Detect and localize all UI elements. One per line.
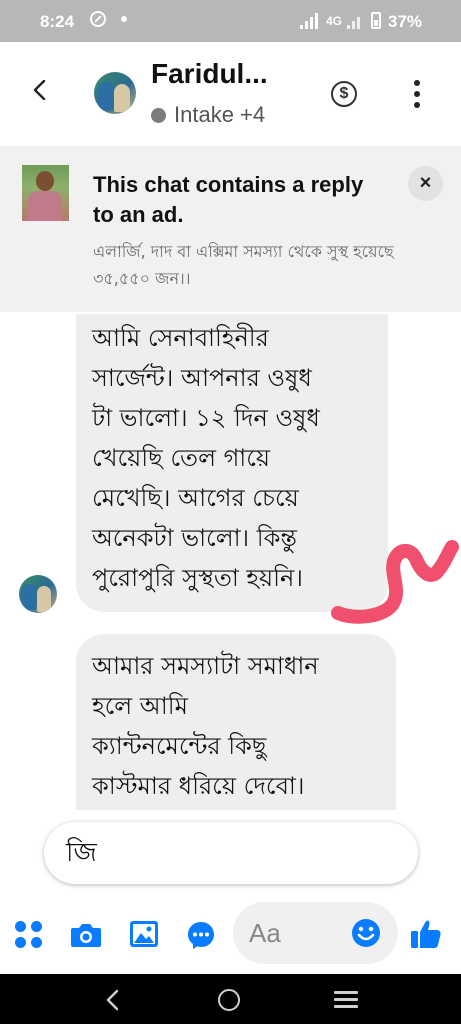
gallery-icon[interactable] [129, 920, 159, 948]
signal-strength-icon [300, 13, 322, 29]
apps-icon[interactable] [15, 921, 43, 949]
contact-avatar[interactable] [94, 72, 136, 114]
battery-icon [371, 12, 381, 29]
sender-avatar[interactable] [19, 575, 57, 613]
do-not-disturb-icon [90, 11, 106, 27]
system-navigation-bar [0, 974, 461, 1024]
nav-recent-apps-icon[interactable] [334, 991, 358, 1009]
notification-dot-icon [121, 16, 127, 22]
network-type: 4G [326, 14, 343, 28]
back-arrow-icon[interactable] [32, 80, 48, 100]
status-dot-icon [151, 108, 166, 123]
status-time: 8:24 [40, 12, 75, 31]
dollar-icon[interactable]: $ [331, 81, 357, 107]
ad-banner-subtitle: এলার্জি, দাদ বা এক্সিমা সমস্যা থেকে সুস্… [93, 242, 394, 288]
camera-icon[interactable] [70, 922, 102, 948]
ad-thumbnail[interactable] [22, 165, 69, 221]
chat-bubble-icon[interactable] [186, 920, 216, 950]
more-vertical-icon[interactable] [414, 80, 420, 108]
ad-banner-title: This chat contains a reply to an ad. [93, 172, 364, 227]
contact-name[interactable]: Faridul... [151, 58, 268, 90]
message-input-placeholder: Aa [249, 918, 281, 948]
nav-back-icon[interactable] [105, 989, 119, 1011]
thumbs-up-icon[interactable] [410, 918, 442, 950]
chat-header: Faridul... Intake +4 $ [0, 42, 461, 146]
message-input[interactable]: Aa [233, 902, 398, 964]
ad-reply-banner: This chat contains a reply to an ad. এলা… [0, 146, 461, 312]
contact-status: Intake +4 [151, 102, 265, 128]
red-scribble-annotation [331, 540, 459, 624]
message-bubble[interactable]: আমার সমস্যাটা সমাধান হলে আমি ক্যান্টনমেন… [76, 634, 396, 810]
status-bar: 8:24 4G 37% [0, 0, 461, 42]
quick-reply-chip[interactable]: জি [44, 822, 418, 884]
message-composer: Aa [0, 898, 461, 974]
emoji-icon[interactable] [351, 918, 381, 948]
close-icon[interactable]: × [408, 166, 443, 201]
contact-status-text: Intake +4 [174, 102, 266, 127]
signal-strength-secondary-icon [347, 13, 365, 29]
nav-home-icon[interactable] [218, 989, 240, 1011]
battery-percent: 37% [388, 12, 423, 31]
